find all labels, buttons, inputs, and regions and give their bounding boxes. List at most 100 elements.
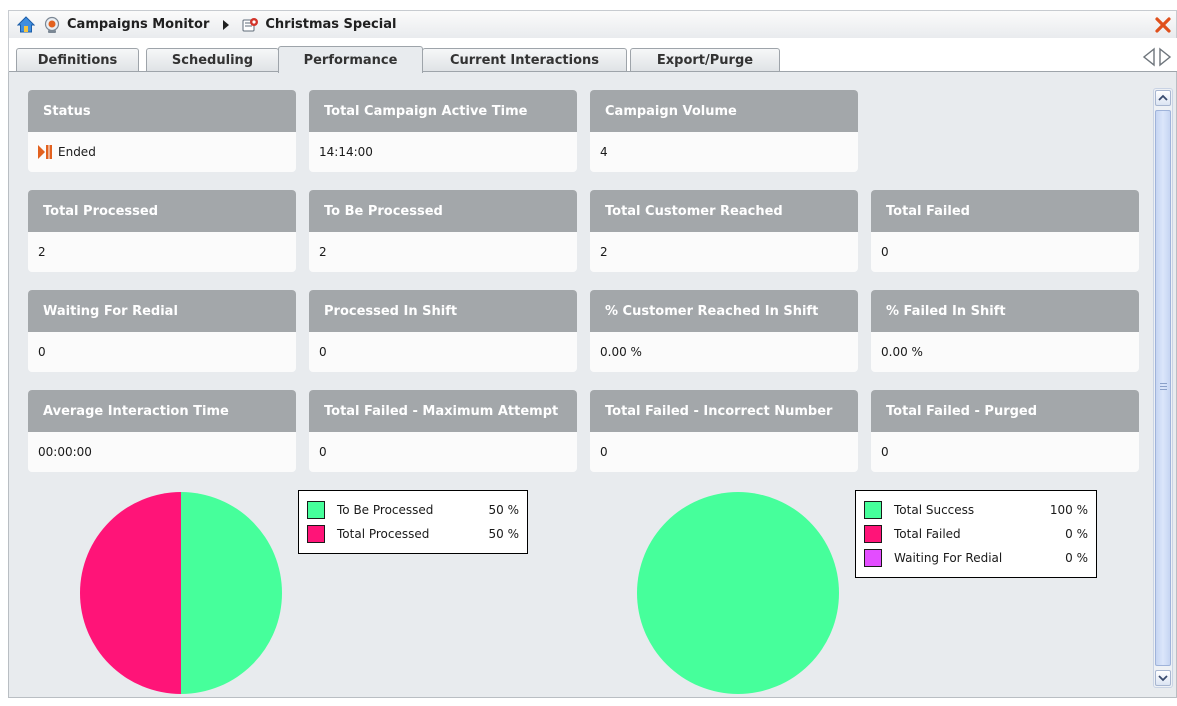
vertical-scrollbar[interactable] — [1153, 88, 1173, 688]
metric-customer-reached: Total Customer Reached 2 — [590, 190, 858, 272]
metric-value: 2 — [38, 245, 46, 259]
metric-pct-reached-shift: % Customer Reached In Shift 0.00 % — [590, 290, 858, 372]
pie-slice-total-success — [637, 492, 839, 694]
tab-current-interactions[interactable]: Current Interactions — [422, 48, 627, 72]
metric-label: Status — [28, 90, 296, 132]
legend-value: 0 % — [1065, 527, 1088, 541]
metric-label: Processed In Shift — [309, 290, 577, 332]
legend-value: 0 % — [1065, 551, 1088, 565]
tab-scroll-prev[interactable] — [1141, 46, 1157, 68]
breadcrumb-root[interactable]: Campaigns Monitor — [67, 17, 209, 32]
legend-item: To Be Processed 50 % — [307, 498, 519, 522]
metric-value: 14:14:00 — [319, 145, 373, 159]
triangle-left-outline-icon — [1142, 47, 1156, 67]
processing-pie-chart — [80, 492, 282, 694]
metric-active-time: Total Campaign Active Time 14:14:00 — [309, 90, 577, 172]
pie-slice-total-processed — [80, 492, 181, 694]
metric-label: Total Campaign Active Time — [309, 90, 577, 132]
metric-failed-incorrect-number: Total Failed - Incorrect Number 0 — [590, 390, 858, 472]
tab-export-purge[interactable]: Export/Purge — [630, 48, 780, 72]
home-icon[interactable] — [17, 15, 35, 34]
metric-value: 0 — [319, 445, 327, 459]
scroll-up-icon — [1158, 94, 1168, 102]
metric-label: Total Customer Reached — [590, 190, 858, 232]
scroll-grip-icon — [1160, 383, 1167, 391]
legend-swatch — [864, 525, 882, 543]
metric-label: Campaign Volume — [590, 90, 858, 132]
metric-label: Total Failed — [871, 190, 1139, 232]
campaign-window: Campaigns Monitor Christmas Special Defi… — [0, 0, 1177, 706]
metric-campaign-volume: Campaign Volume 4 — [590, 90, 858, 172]
legend-swatch — [307, 525, 325, 543]
scroll-down-icon — [1158, 674, 1168, 682]
outcome-pie-chart — [637, 492, 839, 694]
metric-label: % Failed In Shift — [871, 290, 1139, 332]
scroll-down-button[interactable] — [1155, 670, 1171, 686]
metric-label: Average Interaction Time — [28, 390, 296, 432]
legend-label: Total Failed — [894, 527, 961, 541]
metric-value: 0.00 % — [881, 345, 923, 359]
metric-value: 0 — [600, 445, 608, 459]
performance-panel: Status Ended Total Campaign Active Time … — [8, 72, 1177, 698]
metric-value: 2 — [600, 245, 608, 259]
scroll-up-button[interactable] — [1155, 90, 1171, 106]
metric-total-failed: Total Failed 0 — [871, 190, 1139, 272]
tab-scheduling[interactable]: Scheduling — [146, 48, 279, 72]
metric-failed-purged: Total Failed - Purged 0 — [871, 390, 1139, 472]
metric-value-row: Ended — [28, 132, 296, 172]
metric-status: Status Ended — [28, 90, 296, 172]
legend-swatch — [864, 501, 882, 519]
tab-performance[interactable]: Performance — [278, 46, 423, 73]
legend-value: 50 % — [488, 503, 520, 517]
metric-value: 2 — [319, 245, 327, 259]
outcome-legend: Total Success 100 % Total Failed 0 % Wai… — [855, 490, 1097, 578]
metric-pct-failed-shift: % Failed In Shift 0.00 % — [871, 290, 1139, 372]
legend-label: Total Success — [894, 503, 975, 517]
triangle-right-outline-icon — [1158, 47, 1172, 67]
legend-value: 100 % — [1049, 503, 1088, 517]
legend-swatch — [864, 549, 882, 567]
metric-total-processed: Total Processed 2 — [28, 190, 296, 272]
legend-label: To Be Processed — [337, 503, 434, 517]
title-bar: Campaigns Monitor Christmas Special — [8, 10, 1177, 38]
close-button[interactable] — [1152, 14, 1174, 36]
metric-failed-max-attempts: Total Failed - Maximum Attempt 0 — [309, 390, 577, 472]
tab-definitions[interactable]: Definitions — [16, 48, 139, 72]
metric-value: 0.00 % — [600, 345, 642, 359]
metric-avg-interaction: Average Interaction Time 00:00:00 — [28, 390, 296, 472]
scroll-thumb[interactable] — [1155, 110, 1171, 666]
metric-value: 0 — [319, 345, 327, 359]
legend-item: Total Processed 50 % — [307, 522, 519, 546]
metric-label: % Customer Reached In Shift — [590, 290, 858, 332]
legend-item: Total Success 100 % — [864, 498, 1088, 522]
metric-to-be-processed: To Be Processed 2 — [309, 190, 577, 272]
tab-scroll-next[interactable] — [1157, 46, 1173, 68]
legend-label: Total Processed — [337, 527, 430, 541]
legend-item: Waiting For Redial 0 % — [864, 546, 1088, 570]
processing-legend: To Be Processed 50 % Total Processed 50 … — [298, 490, 528, 554]
metric-value: 4 — [600, 145, 608, 159]
metric-waiting-redial: Waiting For Redial 0 — [28, 290, 296, 372]
legend-item: Total Failed 0 % — [864, 522, 1088, 546]
breadcrumb: Campaigns Monitor Christmas Special — [9, 11, 396, 38]
metric-value: 00:00:00 — [38, 445, 92, 459]
triangle-right-icon — [221, 19, 231, 31]
metric-label: Total Failed - Maximum Attempt — [309, 390, 577, 432]
breadcrumb-current: Christmas Special — [265, 17, 397, 32]
metric-label: Waiting For Redial — [28, 290, 296, 332]
metric-processed-in-shift: Processed In Shift 0 — [309, 290, 577, 372]
pie-slice-to-be-processed — [181, 492, 282, 694]
metric-label: Total Failed - Purged — [871, 390, 1139, 432]
metric-label: Total Processed — [28, 190, 296, 232]
metric-value: 0 — [38, 345, 46, 359]
metric-value: 0 — [881, 445, 889, 459]
metric-value: 0 — [881, 245, 889, 259]
tab-bar: Definitions Scheduling Performance Curre… — [8, 38, 1177, 73]
campaigns-monitor-icon — [43, 16, 61, 34]
metric-value: Ended — [58, 145, 96, 159]
close-icon — [1155, 17, 1171, 33]
metric-label: Total Failed - Incorrect Number — [590, 390, 858, 432]
legend-value: 50 % — [488, 527, 520, 541]
campaign-icon — [241, 16, 259, 34]
legend-swatch — [307, 501, 325, 519]
